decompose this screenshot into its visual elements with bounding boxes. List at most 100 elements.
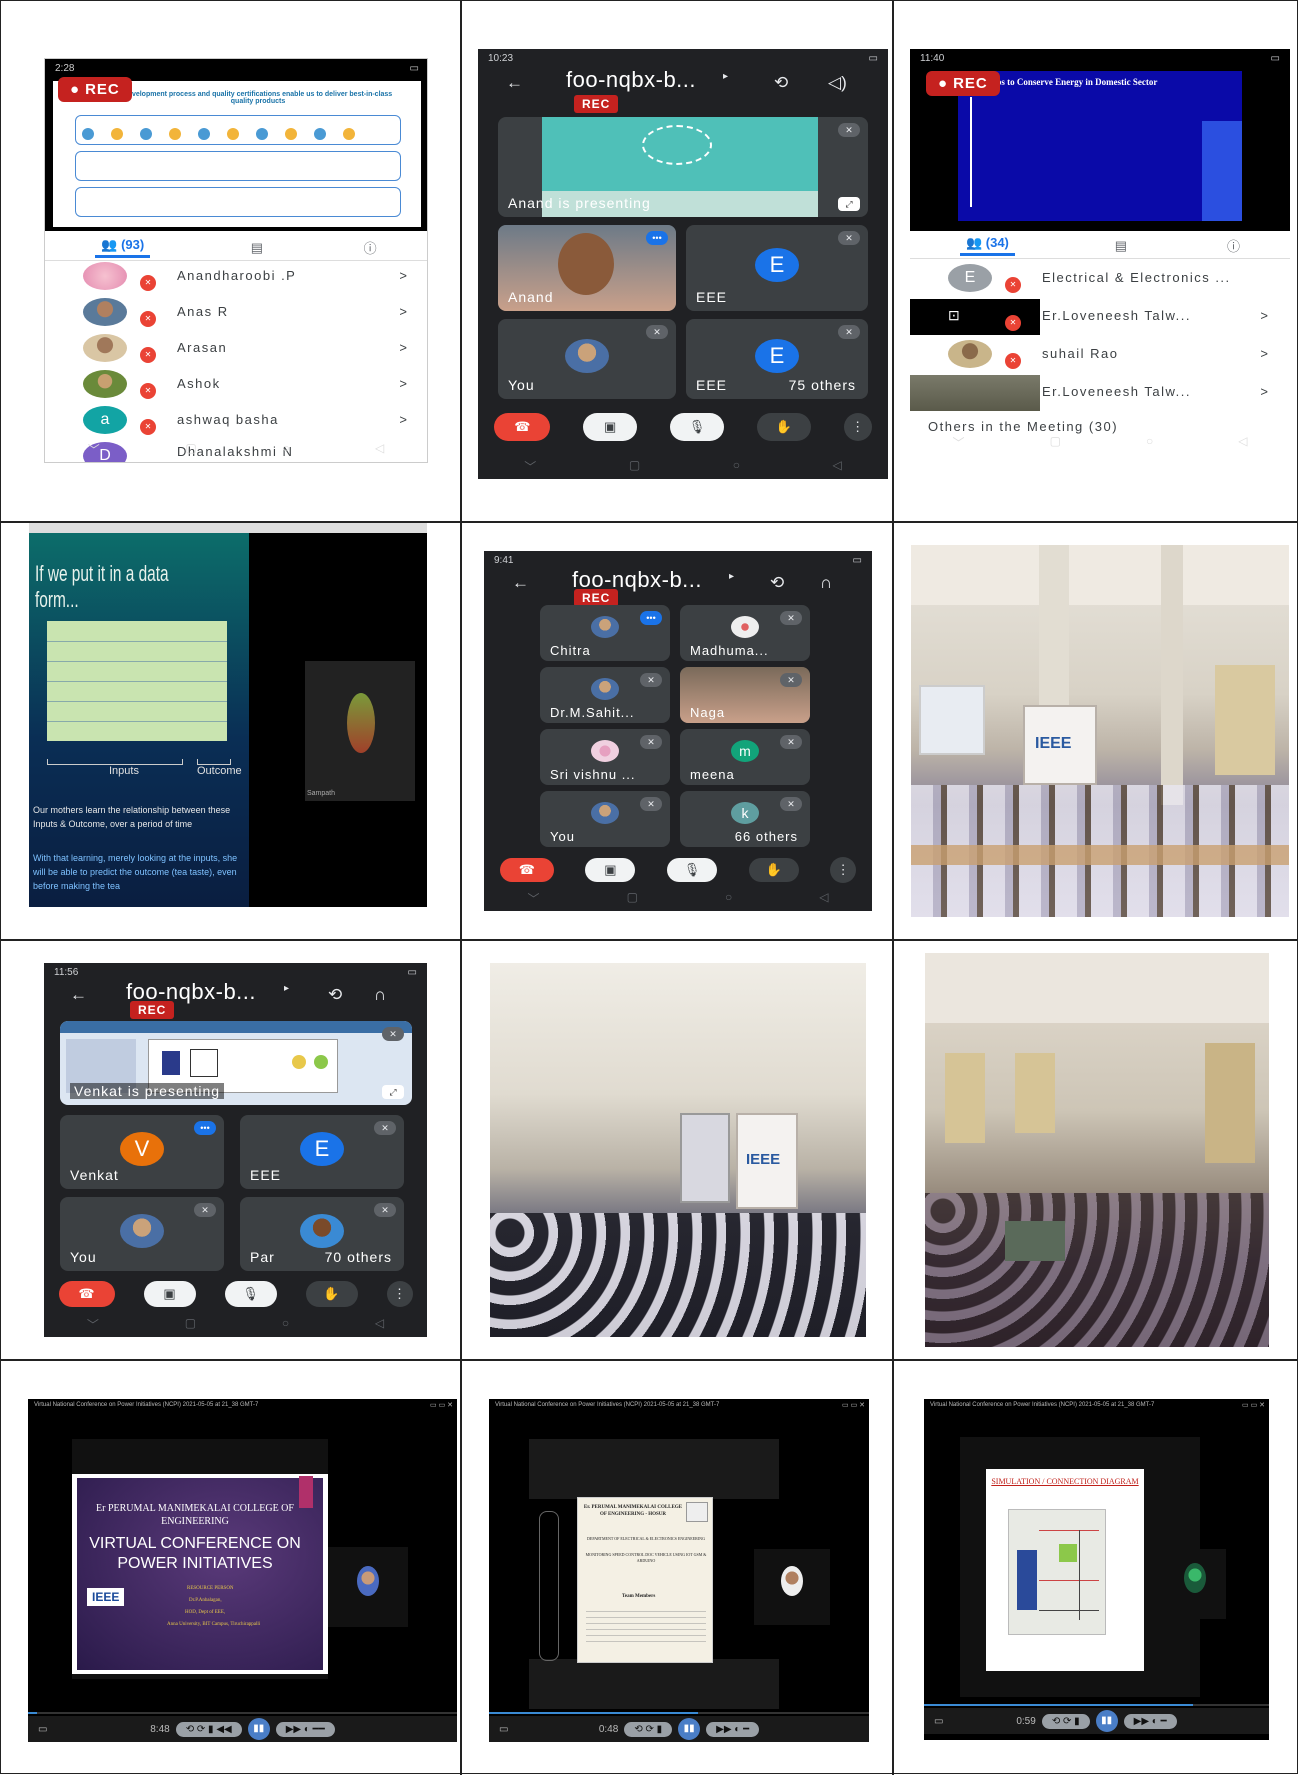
participant-tile[interactable]: ✕ You xyxy=(60,1197,224,1271)
home-nav-icon[interactable]: ○ xyxy=(282,1316,289,1333)
others-count[interactable]: 66 others xyxy=(732,829,800,844)
home-nav-icon[interactable]: ○ xyxy=(1146,434,1153,451)
end-call-button[interactable]: ☎ xyxy=(499,858,554,882)
volume-pill[interactable]: ▶▶ ◐ ━ xyxy=(1123,1713,1177,1729)
tab-info[interactable]: ⓘ xyxy=(1227,236,1240,255)
participant-tile[interactable]: E ✕ EEE xyxy=(240,1115,404,1189)
back-arrow-icon[interactable]: ← xyxy=(70,985,87,1005)
switch-camera-icon[interactable]: ⟲ xyxy=(774,73,788,93)
participant-tile[interactable]: V ••• Venkat xyxy=(60,1115,224,1189)
participant-row[interactable]: E ✕ Electrical & Electronics ... xyxy=(910,261,1290,297)
tab-chat[interactable]: ▤ xyxy=(1115,238,1127,254)
participant-tile[interactable]: ✕ You xyxy=(540,791,670,847)
participant-row[interactable]: ✕ Ashok > xyxy=(45,367,427,403)
caret-right-icon[interactable]: ▸ xyxy=(729,571,734,582)
participant-tile[interactable]: ✕ Par 70 others xyxy=(240,1197,404,1271)
tab-chat[interactable]: ▤ xyxy=(251,240,263,256)
back-triangle-icon[interactable]: ◁ xyxy=(819,890,828,907)
back-nav-icon[interactable]: ﹀ xyxy=(87,1316,99,1333)
back-arrow-icon[interactable]: ← xyxy=(512,573,529,593)
headphones-icon[interactable]: ∩ xyxy=(374,985,386,1005)
headphones-icon[interactable]: ∩ xyxy=(820,573,832,593)
participant-tile[interactable]: ✕ Naga xyxy=(680,667,810,723)
back-arrow-icon[interactable]: ← xyxy=(506,73,523,93)
mic-off-button[interactable]: 🎙 xyxy=(669,413,724,441)
participant-row[interactable]: a ✕ ashwaq basha > xyxy=(45,403,427,439)
presentation-tile[interactable]: Anand is presenting ✕ ⤢ xyxy=(498,117,868,217)
pause-button[interactable]: ▮▮ xyxy=(247,1718,270,1740)
volume-pill[interactable]: ▶▶ ◐ ━━ xyxy=(275,1721,335,1737)
participant-tile[interactable]: E ✕ EEE xyxy=(686,225,868,311)
participant-tile[interactable]: k ✕ 66 others xyxy=(680,791,810,847)
camera-thumbnail[interactable] xyxy=(328,1547,408,1627)
camera-thumbnail[interactable] xyxy=(1164,1549,1226,1619)
more-options-button[interactable]: ⋮ xyxy=(843,413,872,441)
switch-camera-icon[interactable]: ⟲ xyxy=(328,985,342,1005)
presentation-tile[interactable]: Venkat is presenting ✕ ⤢ xyxy=(60,1021,412,1105)
back-nav-icon[interactable]: ﹀ xyxy=(88,441,100,458)
menu-icon[interactable]: ▭ xyxy=(38,1724,47,1735)
participant-row[interactable]: ✕ Arasan > xyxy=(45,331,427,367)
back-triangle-icon[interactable]: ◁ xyxy=(375,441,384,458)
participant-row[interactable]: ⊡ ✕ Er.Loveneesh Talw... > xyxy=(910,299,1290,335)
side-toolbar[interactable] xyxy=(539,1511,559,1661)
participant-tile[interactable]: E ✕ EEE 75 others xyxy=(686,319,868,399)
playback-pill[interactable]: ⟲ ⟳ ▮ xyxy=(624,1721,673,1737)
tab-people[interactable]: 👥 (93) xyxy=(95,237,151,258)
camera-thumbnail[interactable] xyxy=(754,1549,830,1625)
back-triangle-icon[interactable]: ◁ xyxy=(375,1316,384,1333)
more-options-button[interactable]: ⋮ xyxy=(386,1281,413,1307)
participant-row[interactable]: Er.Loveneesh Talw... > xyxy=(910,375,1290,411)
back-triangle-icon[interactable]: ◁ xyxy=(1238,434,1247,451)
tab-people[interactable]: 👥 (34) xyxy=(959,235,1015,256)
pause-button[interactable]: ▮▮ xyxy=(678,1718,701,1740)
back-nav-icon[interactable]: ﹀ xyxy=(524,458,536,475)
participant-tile[interactable]: ✕ Madhuma... xyxy=(680,605,810,661)
participant-row[interactable]: ✕ Anandharoobi .P > xyxy=(45,259,427,295)
back-triangle-icon[interactable]: ◁ xyxy=(832,458,841,475)
tab-info[interactable]: ⓘ xyxy=(364,238,377,257)
participant-row[interactable]: ✕ Anas R > xyxy=(45,295,427,331)
volume-pill[interactable]: ▶▶ ◐ ━ xyxy=(706,1721,760,1737)
recents-nav-icon[interactable]: ▢ xyxy=(185,1316,196,1333)
playback-pill[interactable]: ⟲ ⟳ ▮ xyxy=(1041,1713,1090,1729)
back-nav-icon[interactable]: ﹀ xyxy=(528,890,540,907)
speaker-icon[interactable]: ◁) xyxy=(828,73,847,93)
more-options-button[interactable]: ⋮ xyxy=(830,857,857,883)
recents-nav-icon[interactable]: ▢ xyxy=(629,458,640,475)
end-call-button[interactable]: ☎ xyxy=(494,413,551,441)
camera-off-button[interactable]: ▣ xyxy=(143,1281,196,1307)
participant-tile[interactable]: ✕ You xyxy=(498,319,676,399)
window-controls[interactable]: ▭ ▭ ✕ xyxy=(842,1401,865,1409)
recents-nav-icon[interactable]: ▢ xyxy=(185,441,196,458)
end-call-button[interactable]: ☎ xyxy=(58,1281,115,1307)
participant-row[interactable]: ✕ suhail Rao > xyxy=(910,337,1290,373)
others-count[interactable]: 70 others xyxy=(322,1249,394,1265)
window-controls[interactable]: ▭ ▭ ✕ xyxy=(430,1401,453,1409)
home-nav-icon[interactable]: ○ xyxy=(725,890,732,907)
others-count[interactable]: 75 others xyxy=(786,377,858,393)
recents-nav-icon[interactable]: ▢ xyxy=(627,890,638,907)
raise-hand-button[interactable]: ✋ xyxy=(756,413,811,441)
participant-tile[interactable]: ✕ Dr.M.Sahit... xyxy=(540,667,670,723)
camera-thumbnail[interactable]: Sampath xyxy=(305,661,415,801)
raise-hand-button[interactable]: ✋ xyxy=(305,1281,358,1307)
recents-nav-icon[interactable]: ▢ xyxy=(1050,434,1061,451)
home-nav-icon[interactable]: ○ xyxy=(282,441,289,458)
mic-off-button[interactable]: 🎙 xyxy=(224,1281,277,1307)
menu-icon[interactable]: ▭ xyxy=(934,1716,943,1727)
playback-pill[interactable]: ⟲ ⟳ ▮ ◀◀ xyxy=(175,1721,242,1737)
menu-icon[interactable]: ▭ xyxy=(499,1724,508,1735)
camera-off-button[interactable]: ▣ xyxy=(583,413,638,441)
pause-button[interactable]: ▮▮ xyxy=(1095,1710,1118,1732)
camera-off-button[interactable]: ▣ xyxy=(585,858,636,882)
home-nav-icon[interactable]: ○ xyxy=(733,458,740,475)
mic-off-button[interactable]: 🎙 xyxy=(666,858,717,882)
switch-camera-icon[interactable]: ⟲ xyxy=(770,573,784,593)
caret-right-icon[interactable]: ▸ xyxy=(284,983,289,994)
participant-tile[interactable]: ••• Chitra xyxy=(540,605,670,661)
fullscreen-icon[interactable]: ⤢ xyxy=(382,1085,404,1099)
participant-tile[interactable]: m ✕ meena xyxy=(680,729,810,785)
back-nav-icon[interactable]: ﹀ xyxy=(953,434,965,451)
participant-tile[interactable]: ✕ Sri vishnu ... xyxy=(540,729,670,785)
